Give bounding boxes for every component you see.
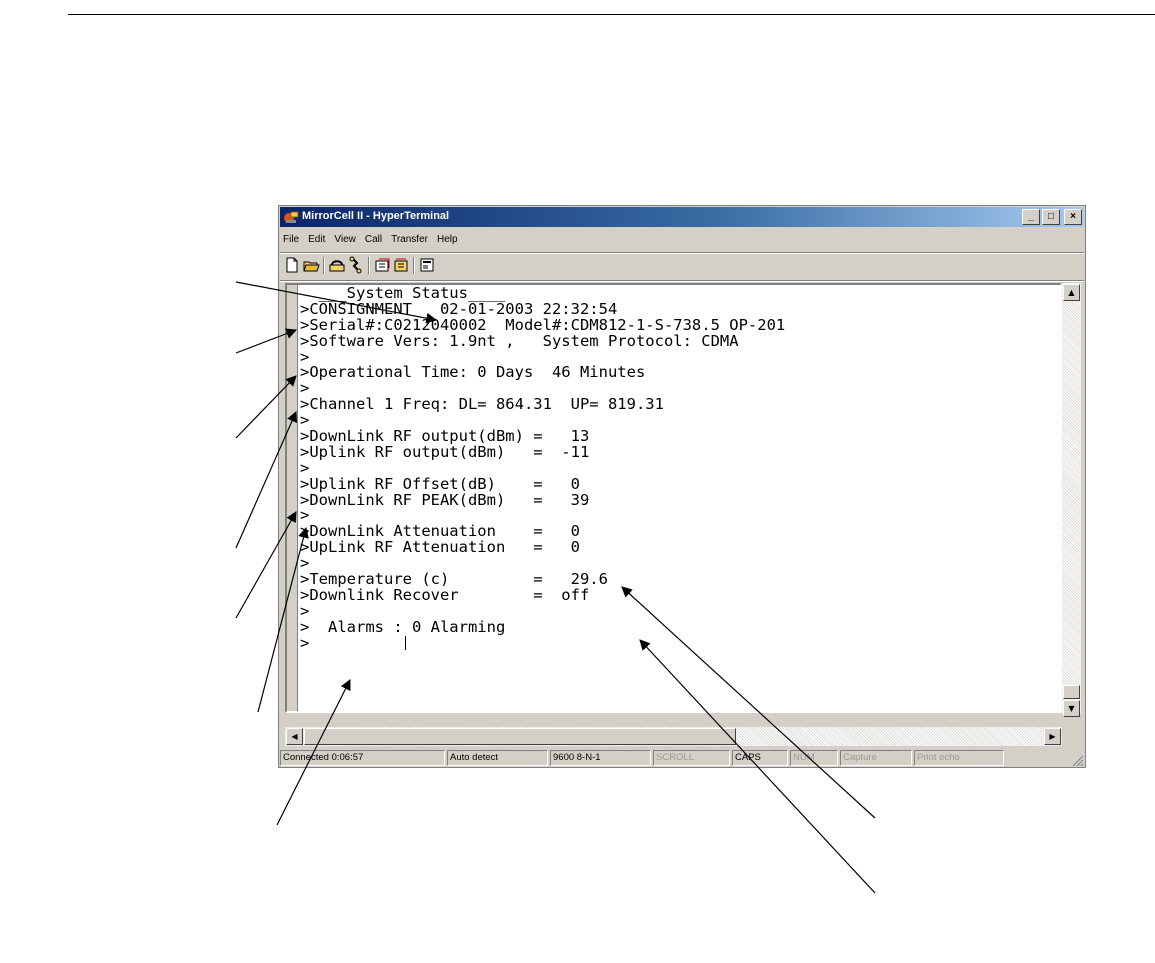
horizontal-scroll-thumb[interactable]: [304, 728, 736, 745]
vertical-scroll-thumb[interactable]: [1063, 685, 1080, 699]
terminal-line: >Uplink RF output(dBm) = -11: [300, 442, 590, 461]
menu-bar: File Edit View Call Transfer Help: [283, 231, 458, 249]
status-bar: Connected 0:06:57 Auto detect 9600 8-N-1…: [280, 749, 1084, 767]
toolbar-separator: [323, 257, 325, 274]
toolbar-separator-line: [280, 280, 1084, 282]
terminal-margin: [287, 285, 298, 711]
toolbar-separator: [368, 257, 370, 274]
window-title: MirrorCell II - HyperTerminal: [302, 210, 450, 222]
properties-icon[interactable]: [418, 256, 436, 274]
scroll-left-button[interactable]: ◀: [286, 728, 303, 745]
scroll-down-button[interactable]: ▼: [1063, 700, 1080, 717]
status-num: NUM: [790, 750, 838, 766]
terminal-line: >Software Vers: 1.9nt , System Protocol:…: [300, 331, 739, 350]
menu-view[interactable]: View: [334, 231, 356, 249]
status-settings: 9600 8-N-1: [550, 750, 651, 766]
status-caps: CAPS: [732, 750, 788, 766]
close-button[interactable]: ×: [1064, 209, 1082, 225]
menu-call[interactable]: Call: [365, 231, 382, 249]
terminal-line: >: [300, 635, 785, 652]
minimize-button[interactable]: _: [1022, 209, 1040, 225]
toolbar-separator: [413, 257, 415, 274]
menu-edit[interactable]: Edit: [308, 231, 325, 249]
terminal-line: >UpLink RF Attenuation = 0: [300, 538, 580, 557]
menu-transfer[interactable]: Transfer: [391, 231, 428, 249]
terminal-line: >Downlink Recover = off: [300, 585, 590, 604]
menu-separator: [280, 252, 1084, 254]
status-print-echo: Print echo: [914, 750, 1004, 766]
disconnect-icon[interactable]: [347, 256, 365, 274]
resize-grip-icon[interactable]: [1070, 753, 1084, 767]
send-icon[interactable]: [373, 256, 391, 274]
text-cursor: [404, 635, 406, 650]
status-detect: Auto detect: [447, 750, 548, 766]
connect-icon[interactable]: [328, 256, 346, 274]
vertical-scrollbar[interactable]: ▲ ▼: [1062, 283, 1081, 717]
status-capture: Capture: [840, 750, 912, 766]
horizontal-scrollbar[interactable]: ◀ ▶: [285, 727, 1062, 746]
page-header-rule: [68, 14, 1155, 15]
terminal-screen[interactable]: ___System Status____ >CONSIGNMENT 02-01-2…: [285, 283, 1062, 713]
scroll-up-button[interactable]: ▲: [1063, 284, 1080, 301]
maximize-button[interactable]: □: [1042, 209, 1060, 225]
status-connected: Connected 0:06:57: [280, 750, 445, 766]
new-icon[interactable]: [283, 256, 301, 274]
terminal-line: >DownLink RF PEAK(dBm) = 39: [300, 490, 590, 509]
hyperterminal-app-icon: [284, 211, 299, 223]
title-bar[interactable]: MirrorCell II - HyperTerminal _ □ ×: [280, 207, 1084, 227]
status-scroll: SCROLL: [653, 750, 730, 766]
menu-help[interactable]: Help: [437, 231, 458, 249]
receive-icon[interactable]: [392, 256, 410, 274]
open-icon[interactable]: [302, 256, 320, 274]
terminal-line: >Operational Time: 0 Days 46 Minutes: [300, 363, 646, 382]
terminal-text: ___System Status____ >CONSIGNMENT 02-01-2…: [300, 285, 785, 652]
terminal-line: >Channel 1 Freq: DL= 864.31 UP= 819.31: [300, 395, 664, 414]
hyperterminal-window: MirrorCell II - HyperTerminal _ □ × File…: [278, 205, 1086, 768]
menu-file[interactable]: File: [283, 231, 299, 249]
scroll-right-button[interactable]: ▶: [1044, 728, 1061, 745]
